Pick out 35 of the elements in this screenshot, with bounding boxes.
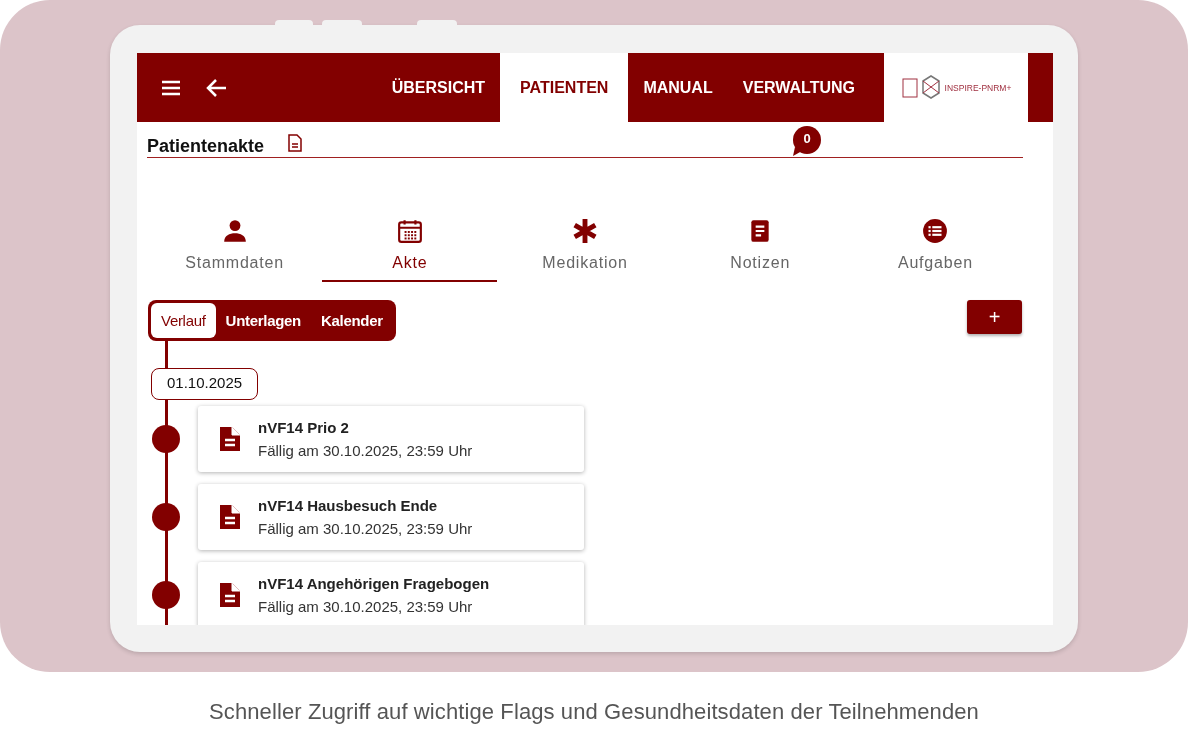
person-icon	[221, 218, 248, 244]
nav-tab[interactable]: ÜBERSICHT	[376, 53, 501, 122]
task-card[interactable]: nVF14 Angehörigen Fragebogen Fällig am 30.10.2025, 23:59 Uhr	[198, 562, 584, 625]
asterisk-icon	[572, 218, 598, 244]
nav-tab[interactable]: PATIENTEN	[500, 53, 629, 122]
segment-button[interactable]: Verlauf	[151, 303, 216, 338]
list-icon	[922, 218, 949, 244]
message-badge[interactable]: 0	[791, 124, 824, 157]
date-chip: 01.10.2025	[151, 368, 259, 400]
task-due-date: Fällig am 30.10.2025, 23:59 Uhr	[258, 598, 474, 615]
task-title: nVF14 Angehörigen Fragebogen	[258, 575, 490, 592]
task-title: nVF14 Prio 2	[258, 419, 350, 436]
task-title: nVF14 Hausbesuch Ende	[258, 497, 439, 514]
section-tab[interactable]: Medikation	[497, 218, 673, 282]
calendar-icon	[396, 218, 423, 244]
document-icon	[218, 503, 242, 531]
task-card[interactable]: nVF14 Hausbesuch Ende Fällig am 30.10.2025, 23:59 Uhr	[198, 484, 584, 550]
segment-button[interactable]: Kalender	[310, 303, 393, 338]
nav-tab[interactable]: MANUAL	[628, 53, 728, 122]
task-due-date: Fällig am 30.10.2025, 23:59 Uhr	[258, 520, 473, 537]
document-icon[interactable]	[286, 133, 305, 152]
section-tab[interactable]: Akte	[322, 218, 498, 282]
section-tab[interactable]: Aufgaben	[847, 218, 1023, 282]
document-icon	[218, 581, 242, 609]
section-tab[interactable]: Stammdaten	[147, 218, 323, 282]
caption: Schneller Zugriff auf wichtige Flags und Gesundheitsdaten der Teilnehmenden	[208, 699, 980, 725]
task-card[interactable]: nVF14 Prio 2 Fällig am 30.10.2025, 23:59 Uhr	[198, 406, 584, 472]
logo-text: INSPIRE-PNRM+	[944, 82, 1012, 93]
section-tab[interactable]: Notizen	[672, 218, 848, 282]
document-icon	[218, 425, 242, 453]
add-button[interactable]: +	[967, 300, 1022, 334]
page-title: Patientenakte	[147, 136, 265, 157]
segment-button[interactable]: Unterlagen	[215, 303, 311, 338]
nav-tab[interactable]: VERWALTUNG	[727, 53, 870, 122]
task-due-date: Fällig am 30.10.2025, 23:59 Uhr	[258, 442, 473, 459]
